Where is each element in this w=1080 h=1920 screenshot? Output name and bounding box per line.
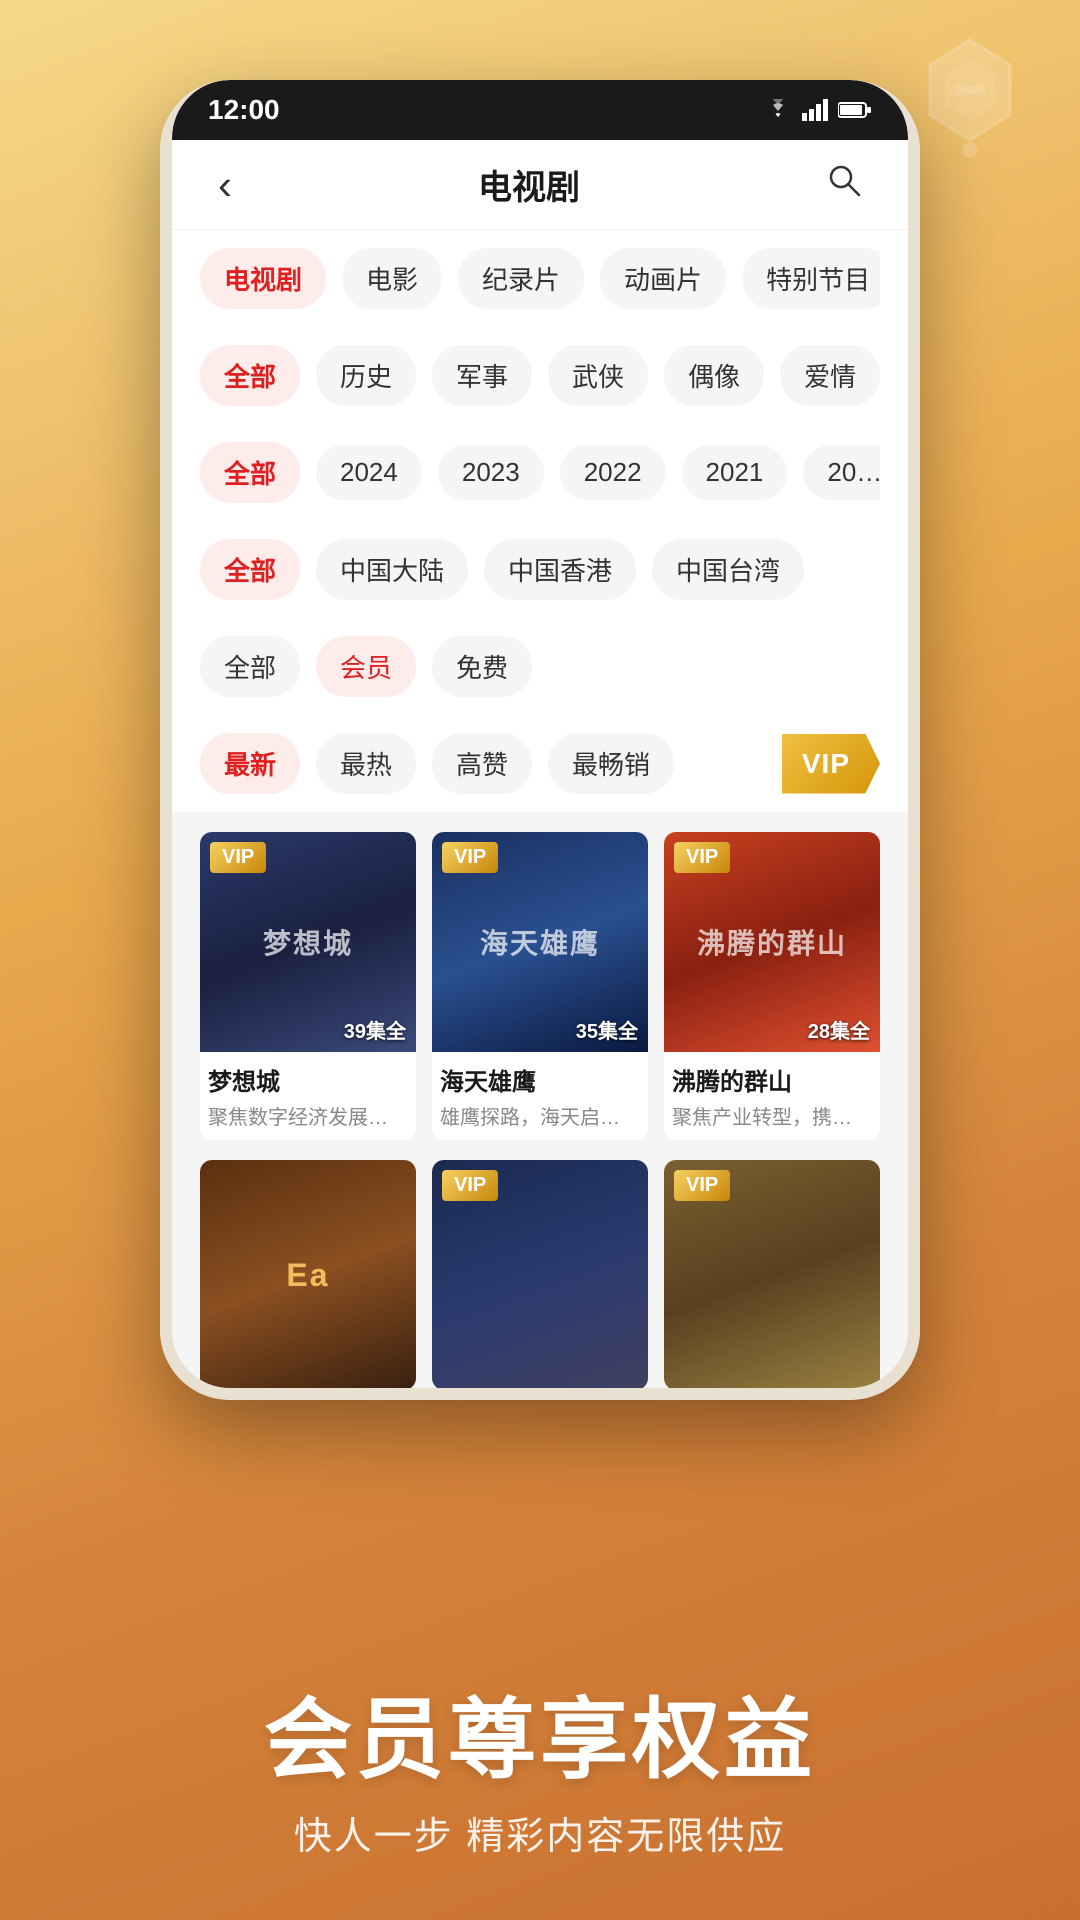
content-grid: VIP 梦想城 39集全 梦想城 聚焦数字经济发展… VIP 海天雄鹰 35集全…	[172, 812, 908, 1388]
payment-filter-row: 全部 会员 免费	[200, 618, 880, 715]
genre-filter-wuxia[interactable]: 武侠	[548, 345, 648, 406]
promo-section: 会员尊享权益 快人一步 精彩内容无限供应	[0, 1692, 1080, 1860]
region-filter-hk[interactable]: 中国香港	[484, 539, 636, 600]
genre-filter-all[interactable]: 全部	[200, 345, 300, 406]
item-title: 沸腾的群山	[664, 1052, 880, 1101]
content-row-1: VIP 梦想城 39集全 梦想城 聚焦数字经济发展… VIP 海天雄鹰 35集全…	[200, 832, 880, 1140]
item-title: 梦想城	[200, 1052, 416, 1101]
sort-filter-bestsell[interactable]: 最畅销	[548, 733, 674, 794]
year-filter-row: 全部 2024 2023 2022 2021 20…	[200, 424, 880, 521]
year-filter-2021[interactable]: 2021	[682, 445, 788, 500]
item-desc: 聚焦产业转型，携…	[664, 1101, 880, 1140]
sort-filter-row: 最新 最热 高赞 最畅销 VIP	[200, 715, 880, 812]
wifi-icon	[764, 99, 792, 121]
item-desc: 聚焦数字经济发展…	[200, 1101, 416, 1140]
payment-filter-free[interactable]: 免费	[432, 636, 532, 697]
sort-filter-likes[interactable]: 高赞	[432, 733, 532, 794]
category-filter-special[interactable]: 特别节目	[742, 248, 880, 309]
search-icon	[826, 162, 862, 198]
item-title: 海天雄鹰	[432, 1052, 648, 1101]
year-filter-all[interactable]: 全部	[200, 442, 300, 503]
category-filter-movie[interactable]: 电影	[342, 248, 442, 309]
category-filter-tv[interactable]: 电视剧	[200, 248, 326, 309]
payment-filter-all[interactable]: 全部	[200, 636, 300, 697]
background-logo	[900, 30, 1040, 170]
phone-frame: 12:00	[160, 80, 920, 1400]
status-bar: 12:00	[172, 80, 908, 140]
nav-bar: ‹ 电视剧	[172, 140, 908, 230]
status-time: 12:00	[208, 94, 280, 126]
vip-flag-banner[interactable]: VIP	[782, 734, 880, 794]
year-filter-more[interactable]: 20…	[803, 445, 880, 500]
search-button[interactable]	[816, 152, 872, 217]
category-filter-documentary[interactable]: 纪录片	[458, 248, 584, 309]
list-item[interactable]: VIP	[432, 1160, 648, 1388]
poster-image-6: VIP	[664, 1160, 880, 1388]
episode-count: 28集全	[808, 1015, 870, 1044]
signal-icon	[802, 99, 828, 121]
genre-filter-row: 全部 历史 军事 武侠 偶像 爱情	[200, 327, 880, 424]
payment-filter-vip[interactable]: 会员	[316, 636, 416, 697]
genre-filter-idol[interactable]: 偶像	[664, 345, 764, 406]
back-button[interactable]: ‹	[208, 151, 242, 219]
poster-image-4: Ea	[200, 1160, 416, 1388]
content-row-2: Ea VIP VIP	[200, 1160, 880, 1388]
poster-image-3: VIP 沸腾的群山 28集全	[664, 832, 880, 1052]
year-filter-2024[interactable]: 2024	[316, 445, 422, 500]
list-item[interactable]: Ea	[200, 1160, 416, 1388]
genre-filter-military[interactable]: 军事	[432, 345, 532, 406]
list-item[interactable]: VIP 沸腾的群山 28集全 沸腾的群山 聚焦产业转型，携…	[664, 832, 880, 1140]
poster-text: Ea	[200, 1160, 416, 1388]
region-filter-all[interactable]: 全部	[200, 539, 300, 600]
phone-screen: 12:00	[172, 80, 908, 1388]
list-item[interactable]: VIP	[664, 1160, 880, 1388]
region-filter-row: 全部 中国大陆 中国香港 中国台湾	[200, 521, 880, 618]
episode-count: 35集全	[576, 1015, 638, 1044]
promo-subtitle: 快人一步 精彩内容无限供应	[0, 1805, 1080, 1860]
list-item[interactable]: VIP 梦想城 39集全 梦想城 聚焦数字经济发展…	[200, 832, 416, 1140]
poster-image-1: VIP 梦想城 39集全	[200, 832, 416, 1052]
item-desc: 雄鹰探路，海天启…	[432, 1101, 648, 1140]
list-item[interactable]: VIP 海天雄鹰 35集全 海天雄鹰 雄鹰探路，海天启…	[432, 832, 648, 1140]
poster-image-5: VIP	[432, 1160, 648, 1388]
filter-section: 电视剧 电影 纪录片 动画片 特别节目 全部 历史 军事 武侠 偶像 爱情 全部…	[172, 230, 908, 812]
genre-filter-history[interactable]: 历史	[316, 345, 416, 406]
year-filter-2023[interactable]: 2023	[438, 445, 544, 500]
vip-badge: VIP	[442, 1170, 498, 1201]
status-icons	[764, 99, 872, 121]
region-filter-mainland[interactable]: 中国大陆	[316, 539, 468, 600]
poster-image-2: VIP 海天雄鹰 35集全	[432, 832, 648, 1052]
battery-icon	[838, 101, 872, 119]
promo-title: 会员尊享权益	[0, 1692, 1080, 1789]
year-filter-2022[interactable]: 2022	[560, 445, 666, 500]
vip-badge: VIP	[674, 1170, 730, 1201]
episode-count: 39集全	[344, 1015, 406, 1044]
region-filter-tw[interactable]: 中国台湾	[652, 539, 804, 600]
sort-filter-newest[interactable]: 最新	[200, 733, 300, 794]
page-title: 电视剧	[478, 160, 580, 209]
category-filter-animation[interactable]: 动画片	[600, 248, 726, 309]
sort-filter-hot[interactable]: 最热	[316, 733, 416, 794]
genre-filter-romance[interactable]: 爱情	[780, 345, 880, 406]
category-filter-row: 电视剧 电影 纪录片 动画片 特别节目	[200, 230, 880, 327]
